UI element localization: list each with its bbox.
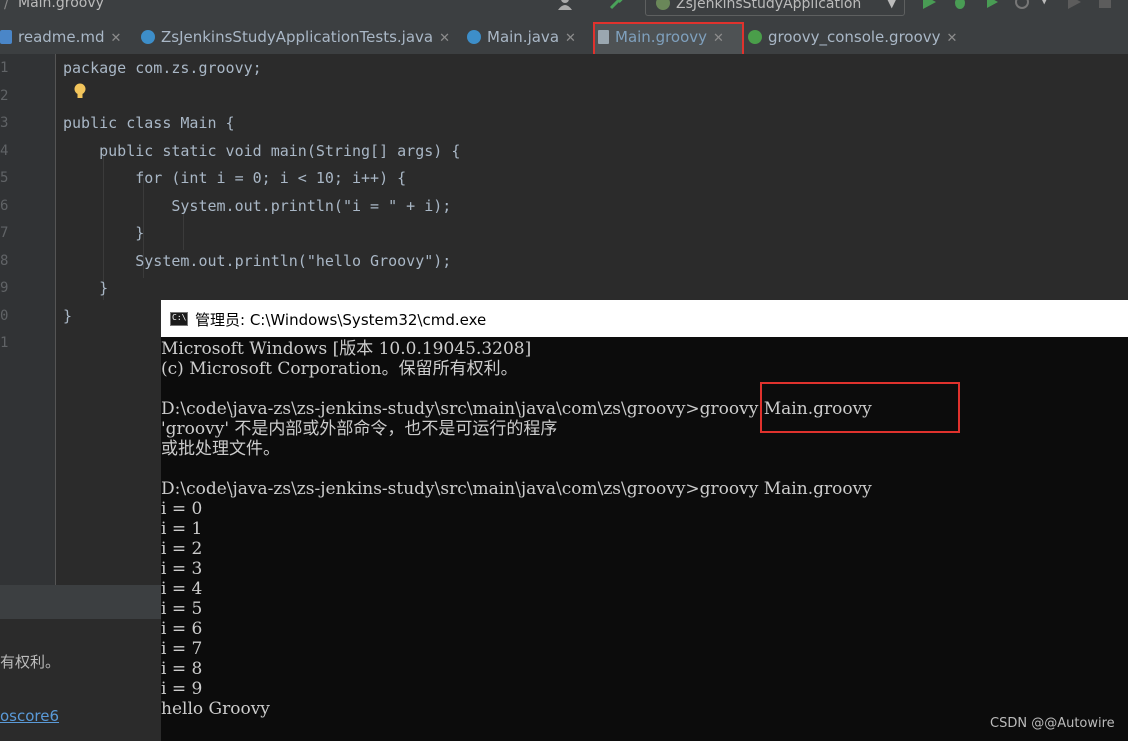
code-line: for (int i = 0; i < 10; i++) { (63, 169, 407, 187)
code-line: } (63, 307, 73, 325)
tab-groovy-console-groovy[interactable]: groovy_console.groovy ✕ (748, 22, 957, 54)
console-link[interactable]: oscore6 (0, 707, 59, 725)
run-config-select[interactable]: ZsJenkinsStudyApplication ▼ (645, 0, 905, 16)
line-number: 3 (0, 115, 9, 131)
markdown-icon (0, 30, 12, 44)
cmd-window-title: 管理员: C:\Windows\System32\cmd.exe (195, 311, 487, 329)
line-number: 7 (0, 225, 9, 241)
cmd-output[interactable]: Microsoft Windows [版本 10.0.19045.3208] (… (161, 337, 1128, 741)
code-line: package com.zs.groovy; (63, 59, 262, 77)
cmd-window[interactable]: C:\ 管理员: C:\Windows\System32\cmd.exe Mic… (161, 300, 1128, 741)
code-line: public class Main { (63, 114, 235, 132)
run-config-label: ZsJenkinsStudyApplication (676, 0, 862, 12)
cmd-icon: C:\ (170, 312, 188, 326)
line-number: 2 (0, 88, 9, 104)
close-icon[interactable]: ✕ (111, 31, 122, 46)
line-number: 8 (0, 253, 9, 269)
close-icon[interactable]: ✕ (439, 31, 450, 46)
console-line: i = 6 (161, 619, 203, 639)
cmd-title-bar[interactable]: C:\ 管理员: C:\Windows\System32\cmd.exe (161, 300, 1128, 337)
console-line: hello Groovy (161, 699, 270, 719)
tab-main-java[interactable]: Main.java ✕ (467, 22, 576, 54)
line-number-gutter: 1 2 3 4 5 6 7 8 9 0 1 (0, 54, 56, 585)
console-line: i = 8 (161, 659, 203, 679)
console-line: D:\code\java-zs\zs-jenkins-study\src\mai… (161, 479, 872, 499)
line-number: 1 (0, 60, 9, 76)
tool-panel-header (0, 585, 161, 619)
line-number: 4 (0, 143, 9, 159)
code-line: } (63, 279, 109, 297)
line-number: 5 (0, 170, 9, 186)
code-line: public static void main(String[] args) { (63, 142, 461, 160)
close-icon[interactable]: ✕ (565, 31, 576, 46)
main-toolbar: / Main.groovy ZsJenkinsStudyApplication … (0, 0, 1128, 22)
tab-zsjenkinsstudyapplicationtests-java[interactable]: ZsJenkinsStudyApplicationTests.java ✕ (141, 22, 450, 54)
line-number: 6 (0, 198, 9, 214)
console-line: i = 1 (161, 519, 203, 539)
editor-tab-bar: readme.md ✕ ZsJenkinsStudyApplicationTest… (0, 22, 1128, 55)
run-icon[interactable] (921, 0, 937, 10)
spring-boot-icon (656, 0, 670, 10)
debug-icon[interactable] (952, 0, 968, 10)
console-message: 有权利。 (0, 653, 61, 671)
code-line: System.out.println("i = " + i); (63, 197, 452, 215)
watermark: CSDN @@Autowire (990, 716, 1115, 731)
tab-readme-md[interactable]: readme.md ✕ (0, 22, 121, 54)
code-line: System.out.println("hello Groovy"); (63, 252, 452, 270)
breadcrumb-file[interactable]: Main.groovy (18, 0, 104, 11)
more-run-options-icon[interactable]: ▼ (1040, 0, 1056, 9)
console-line: i = 0 (161, 499, 203, 519)
line-number: 0 (0, 308, 9, 324)
groovy-icon (748, 30, 762, 44)
line-number: 1 (0, 335, 9, 351)
console-line: i = 4 (161, 579, 203, 599)
highlight-box-command (760, 382, 960, 433)
console-line: Microsoft Windows [版本 10.0.19045.3208] (161, 339, 532, 359)
rerun-icon[interactable] (1066, 0, 1082, 10)
stop-icon[interactable] (1097, 0, 1113, 10)
console-line: (c) Microsoft Corporation。保留所有权利。 (161, 359, 518, 379)
java-class-icon (141, 30, 155, 44)
console-line: i = 2 (161, 539, 203, 559)
build-hammer-icon[interactable] (608, 0, 624, 10)
console-line: i = 9 (161, 679, 203, 699)
profile-icon[interactable] (1014, 0, 1030, 10)
console-line: i = 7 (161, 639, 203, 659)
console-line: i = 5 (161, 599, 203, 619)
code-line: } (63, 224, 145, 242)
close-icon[interactable]: ✕ (947, 31, 958, 46)
console-line: 或批处理文件。 (161, 439, 280, 459)
bottom-tool-panel: 有权利。 oscore6 (0, 585, 161, 741)
lightbulb-icon[interactable] (74, 83, 86, 100)
java-class-icon (467, 30, 481, 44)
coverage-icon[interactable] (984, 0, 1000, 10)
chevron-down-icon: ▼ (887, 0, 896, 10)
user-icon[interactable] (557, 0, 573, 10)
line-number: 9 (0, 280, 9, 296)
console-line: 'groovy' 不是内部或外部命令，也不是可运行的程序 (161, 419, 558, 439)
breadcrumb-separator: / (4, 0, 9, 12)
console-line: i = 3 (161, 559, 203, 579)
